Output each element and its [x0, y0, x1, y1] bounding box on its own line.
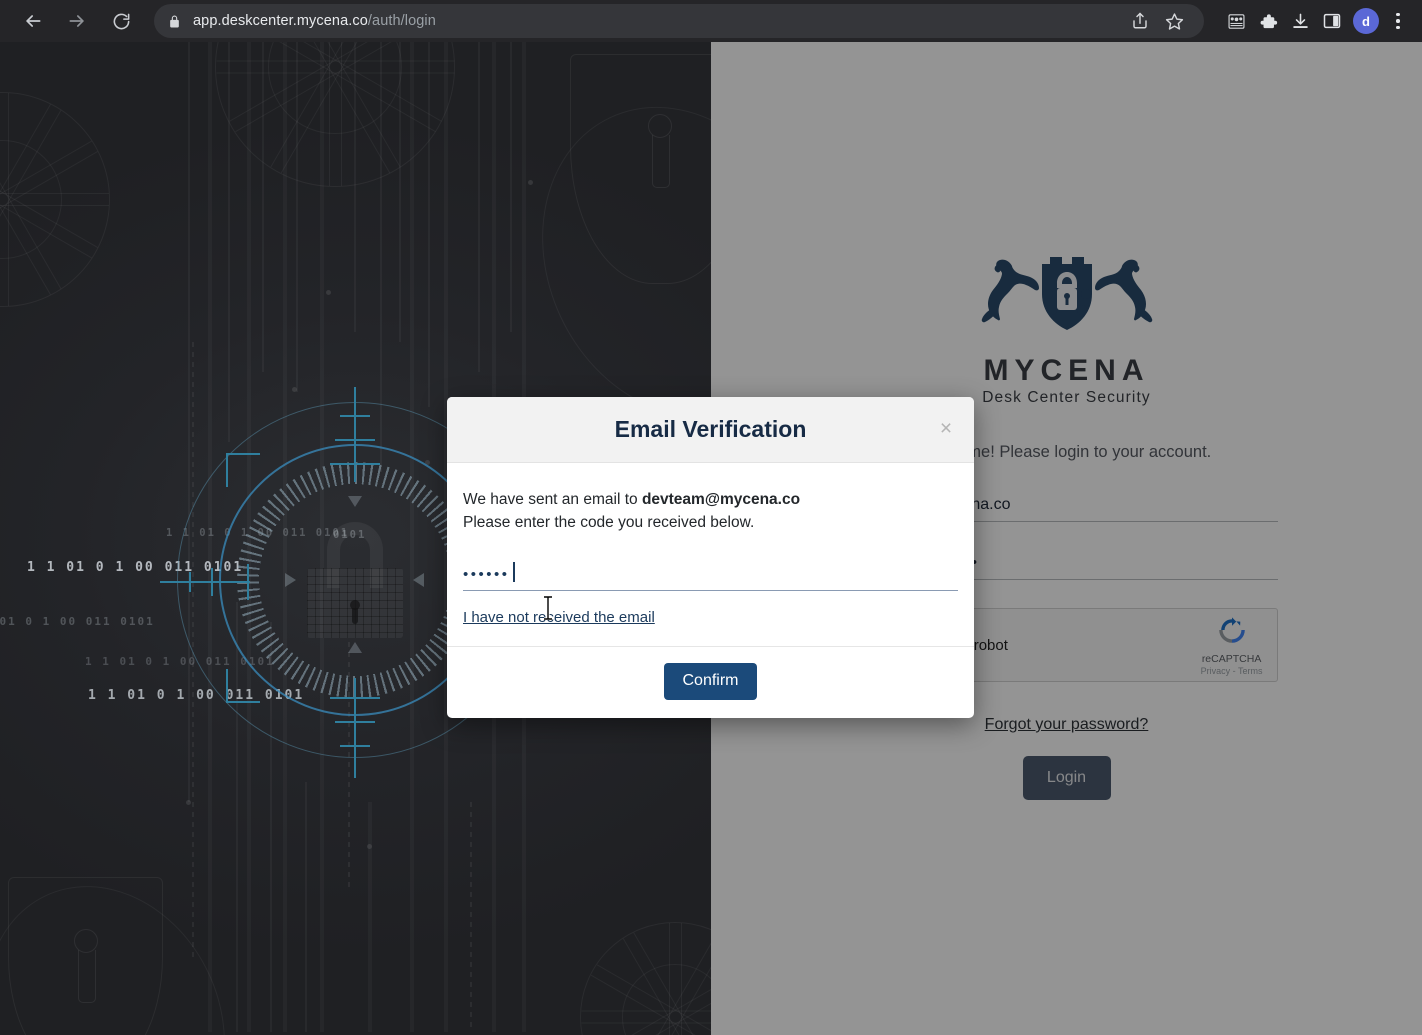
- code-field-wrapper: [463, 558, 958, 591]
- reading-list-icon[interactable]: [1220, 5, 1252, 37]
- profile-avatar[interactable]: d: [1353, 8, 1379, 34]
- reticle-marker-left: [285, 573, 296, 587]
- crosshair-tick: [189, 572, 191, 592]
- side-panel-icon[interactable]: [1316, 5, 1348, 37]
- text-caret: [513, 561, 515, 582]
- crosshair-tick: [330, 697, 380, 699]
- reload-icon: [112, 12, 131, 31]
- email-verification-modal: Email Verification × We have sent an ema…: [447, 397, 974, 718]
- crosshair-tick: [211, 568, 213, 596]
- mouse-cursor-ibeam: [544, 596, 552, 620]
- binary-row: 1 1 01 0 1 00 011 0101: [0, 615, 155, 628]
- url-host: app.deskcenter.mycena.co: [193, 13, 368, 29]
- modal-header: Email Verification ×: [447, 397, 974, 463]
- modal-title: Email Verification: [614, 416, 807, 442]
- site-lock-icon: [168, 14, 181, 29]
- download-icon[interactable]: [1284, 5, 1316, 37]
- forward-button[interactable]: [60, 4, 94, 38]
- back-button[interactable]: [16, 4, 50, 38]
- crosshair-tick: [335, 439, 375, 441]
- url-path: /auth/login: [367, 13, 436, 29]
- crosshair-horizontal: [160, 581, 250, 583]
- reticle-marker-bottom: [348, 642, 362, 653]
- crosshair-tick: [330, 463, 380, 465]
- address-bar[interactable]: app.deskcenter.mycena.co/auth/login: [154, 4, 1204, 38]
- reticle-marker-top: [348, 496, 362, 507]
- crosshair-tick: [340, 745, 370, 747]
- crosshair-tick: [340, 415, 370, 417]
- crosshair-tick: [335, 721, 375, 723]
- reload-button[interactable]: [104, 4, 138, 38]
- kebab-menu-icon[interactable]: [1384, 5, 1412, 37]
- reticle-corner-bottomleft: [226, 669, 260, 703]
- crosshair-tick: [247, 564, 249, 600]
- share-icon[interactable]: [1124, 5, 1156, 37]
- url-text: app.deskcenter.mycena.co/auth/login: [193, 13, 436, 29]
- forward-arrow-icon: [67, 11, 87, 31]
- browser-toolbar: app.deskcenter.mycena.co/auth/login d: [0, 0, 1422, 42]
- resend-email-link[interactable]: I have not received the email: [463, 609, 655, 626]
- reticle-marker-right: [413, 573, 424, 587]
- verification-code-input[interactable]: [463, 558, 958, 591]
- modal-instruction-line: Please enter the code you received below…: [463, 513, 755, 531]
- modal-sent-email: devteam@mycena.co: [641, 491, 801, 508]
- page-content: 1 1 01 0 1 00 011 0101 1 1 01 0 1 00 011…: [0, 42, 1422, 1035]
- modal-body: We have sent an email to devteam@mycena.…: [447, 463, 974, 646]
- star-icon[interactable]: [1158, 5, 1190, 37]
- crosshair-vertical-bottom: [354, 678, 356, 778]
- padlock-icon: [307, 522, 403, 638]
- modal-sent-line: We have sent an email to devteam@mycena.…: [463, 489, 958, 512]
- crosshair-vertical-top: [354, 387, 356, 482]
- puzzle-extensions-icon[interactable]: [1252, 5, 1284, 37]
- modal-sent-prefix: We have sent an email to: [463, 491, 642, 508]
- close-icon[interactable]: ×: [934, 418, 958, 442]
- reticle-corner-topleft: [226, 453, 260, 487]
- confirm-button[interactable]: Confirm: [664, 662, 757, 700]
- modal-footer: Confirm: [447, 645, 974, 718]
- back-arrow-icon: [23, 11, 43, 31]
